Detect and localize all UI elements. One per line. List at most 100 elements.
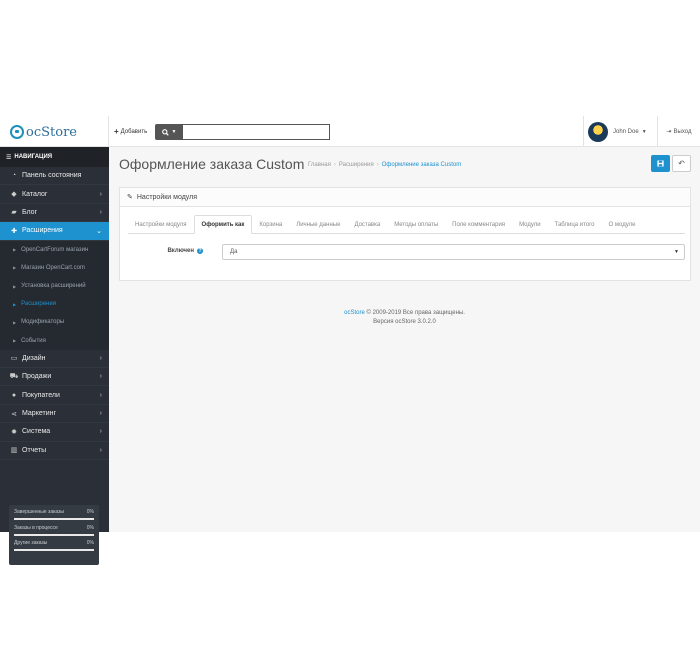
arrow-right-icon: ▶	[13, 247, 17, 253]
caret-down-icon: ▼	[171, 129, 177, 135]
logout-link[interactable]: ⇥ Выход	[657, 116, 700, 147]
nav-title: ☰ НАВИГАЦИЯ	[0, 147, 109, 167]
back-button[interactable]: ↶	[672, 155, 691, 172]
logo-text-oc: oc	[26, 124, 42, 140]
breadcrumb-separator: ›	[376, 162, 379, 168]
sidebar-subitem-extensions[interactable]: ▶ Расширения	[0, 295, 109, 314]
sidebar-item-catalog[interactable]: ◆ Каталог ›	[0, 185, 109, 204]
header: oc Store + Добавить ▼ John Doe ▼ ⇥ Выход	[0, 116, 700, 147]
breadcrumb-extensions[interactable]: Расширения	[339, 162, 374, 168]
stat-value: 0%	[86, 509, 94, 515]
reply-icon: ↶	[678, 159, 685, 168]
sidebar-subitem-installer[interactable]: ▶ Установка расширений	[0, 276, 109, 296]
stat-label: Заказы в процессе	[14, 524, 58, 531]
chevron-right-icon: ›	[99, 391, 102, 399]
panel-heading: ✎ Настройки модуля	[120, 188, 690, 207]
tab-payment-methods[interactable]: Методы оплаты	[387, 215, 445, 234]
tag-icon: ◆	[11, 191, 17, 199]
search-input[interactable]	[183, 124, 330, 140]
sidebar-item-customers[interactable]: ● Покупатели ›	[0, 386, 109, 405]
field-label: Включен ?	[167, 248, 203, 254]
avatar	[588, 121, 608, 142]
tab-cart[interactable]: Корзина	[252, 215, 289, 234]
save-icon	[657, 160, 664, 167]
chevron-right-icon: ›	[99, 354, 102, 362]
settings-panel: ✎ Настройки модуля Настройки модуля Офор…	[119, 187, 691, 281]
breadcrumb: Главная › Расширения › Оформление заказа…	[308, 162, 461, 168]
logo[interactable]: oc Store	[10, 124, 77, 140]
tab-shipping[interactable]: Доставка	[347, 215, 387, 234]
sidebar-item-reports[interactable]: ▥ Отчеты ›	[0, 442, 109, 461]
select-value: Да	[230, 249, 238, 255]
page-title: Оформление заказа Custom	[119, 156, 305, 172]
sidebar: ☰ НАВИГАЦИЯ ◔ Панель состояния ◆ Каталог…	[0, 147, 109, 565]
enabled-select[interactable]: Да ▼	[222, 244, 685, 260]
stat-processing: Заказы в процессе 0%	[14, 525, 94, 541]
user-icon: ●	[11, 391, 17, 399]
book-icon: ▰	[11, 209, 17, 217]
caret-down-icon: ▼	[641, 128, 647, 135]
chevron-right-icon: ›	[99, 410, 102, 418]
sidebar-item-extensions[interactable]: ✚ Расширения ⌄	[0, 222, 109, 241]
sidebar-subitem-ocforum[interactable]: ▶ OpenCartForum магазин	[0, 240, 109, 259]
arrow-right-icon: ▶	[13, 283, 17, 289]
plus-icon: +	[114, 127, 119, 136]
arrow-right-icon: ▶	[13, 265, 17, 271]
question-circle-icon[interactable]: ?	[197, 248, 203, 254]
tab-personal-data[interactable]: Личные данные	[289, 215, 347, 234]
header-divider	[108, 116, 109, 147]
tab-module-settings[interactable]: Настройки модуля	[128, 215, 194, 234]
sidebar-item-dashboard[interactable]: ◔ Панель состояния	[0, 167, 109, 186]
monitor-icon: ▭	[10, 355, 18, 363]
search-category-button[interactable]: ▼	[155, 124, 183, 140]
sidebar-item-marketing[interactable]: ⋖ Маркетинг ›	[0, 405, 109, 424]
logo-text-store: Store	[41, 124, 77, 140]
logout-label: Выход	[673, 128, 692, 135]
stat-other: Другие заказы 0%	[14, 540, 94, 556]
cart-icon: ⛟	[9, 373, 19, 381]
progress-bar	[14, 533, 94, 536]
footer-brand-link[interactable]: ocStore	[344, 310, 365, 316]
sidebar-subitem-events[interactable]: ▶ События	[0, 331, 109, 350]
chevron-down-icon: ▼	[674, 249, 679, 255]
bar-chart-icon: ▥	[10, 447, 18, 455]
arrow-right-icon: ▶	[13, 319, 17, 325]
search-icon	[161, 128, 169, 136]
save-button[interactable]	[651, 155, 670, 172]
sidebar-item-system[interactable]: ✹ Система ›	[0, 423, 109, 442]
sidebar-subitem-modifications[interactable]: ▶ Модификаторы	[0, 313, 109, 332]
stat-value: 0%	[86, 524, 94, 531]
tab-totals[interactable]: Таблица итого	[548, 215, 602, 234]
footer-copyright: © 2009-2019 Все права защищены.	[366, 310, 465, 316]
add-button[interactable]: + Добавить	[114, 127, 147, 136]
arrow-right-icon: ▶	[13, 301, 17, 307]
footer: ocStore © 2009-2019 Все права защищены. …	[109, 309, 700, 327]
tabs: Настройки модуля Оформить как Корзина Ли…	[128, 215, 685, 234]
panel-title: Настройки модуля	[136, 193, 198, 201]
sidebar-subitem-opencart-store[interactable]: ▶ Магазин OpenCart.com	[0, 258, 109, 277]
breadcrumb-separator: ›	[333, 162, 336, 168]
main-content: Оформление заказа Custom Главная › Расши…	[109, 147, 700, 532]
chevron-right-icon: ›	[99, 373, 102, 381]
stat-completed: Завершенные заказы 0%	[14, 509, 94, 525]
chevron-down-icon: ⌄	[96, 227, 102, 235]
form-row-enabled: Включен ? Да ▼	[128, 244, 685, 260]
breadcrumb-home[interactable]: Главная	[308, 162, 331, 168]
share-icon: ⋖	[11, 410, 17, 418]
cart-logo-icon	[10, 125, 24, 139]
user-menu[interactable]: John Doe ▼	[583, 116, 653, 147]
gear-icon: ✹	[11, 428, 17, 436]
sidebar-item-design[interactable]: ▭ Дизайн ›	[0, 350, 109, 369]
tab-checkout-as[interactable]: Оформить как	[193, 215, 253, 234]
sidebar-item-blog[interactable]: ▰ Блог ›	[0, 204, 109, 223]
user-name: John Doe	[613, 128, 639, 135]
sidebar-item-sales[interactable]: ⛟ Продажи ›	[0, 368, 109, 387]
stat-label: Завершенные заказы	[14, 509, 65, 515]
tab-about[interactable]: О модуле	[602, 215, 643, 234]
tab-comment-field[interactable]: Поле комментария	[445, 215, 512, 234]
breadcrumb-current[interactable]: Оформление заказа Custom	[382, 162, 461, 168]
chevron-right-icon: ›	[99, 428, 102, 436]
order-stats: Завершенные заказы 0% Заказы в процессе …	[9, 505, 99, 565]
footer-version: Версия ocStore 3.0.2.0	[373, 319, 436, 325]
tab-modules[interactable]: Модули	[512, 215, 548, 234]
